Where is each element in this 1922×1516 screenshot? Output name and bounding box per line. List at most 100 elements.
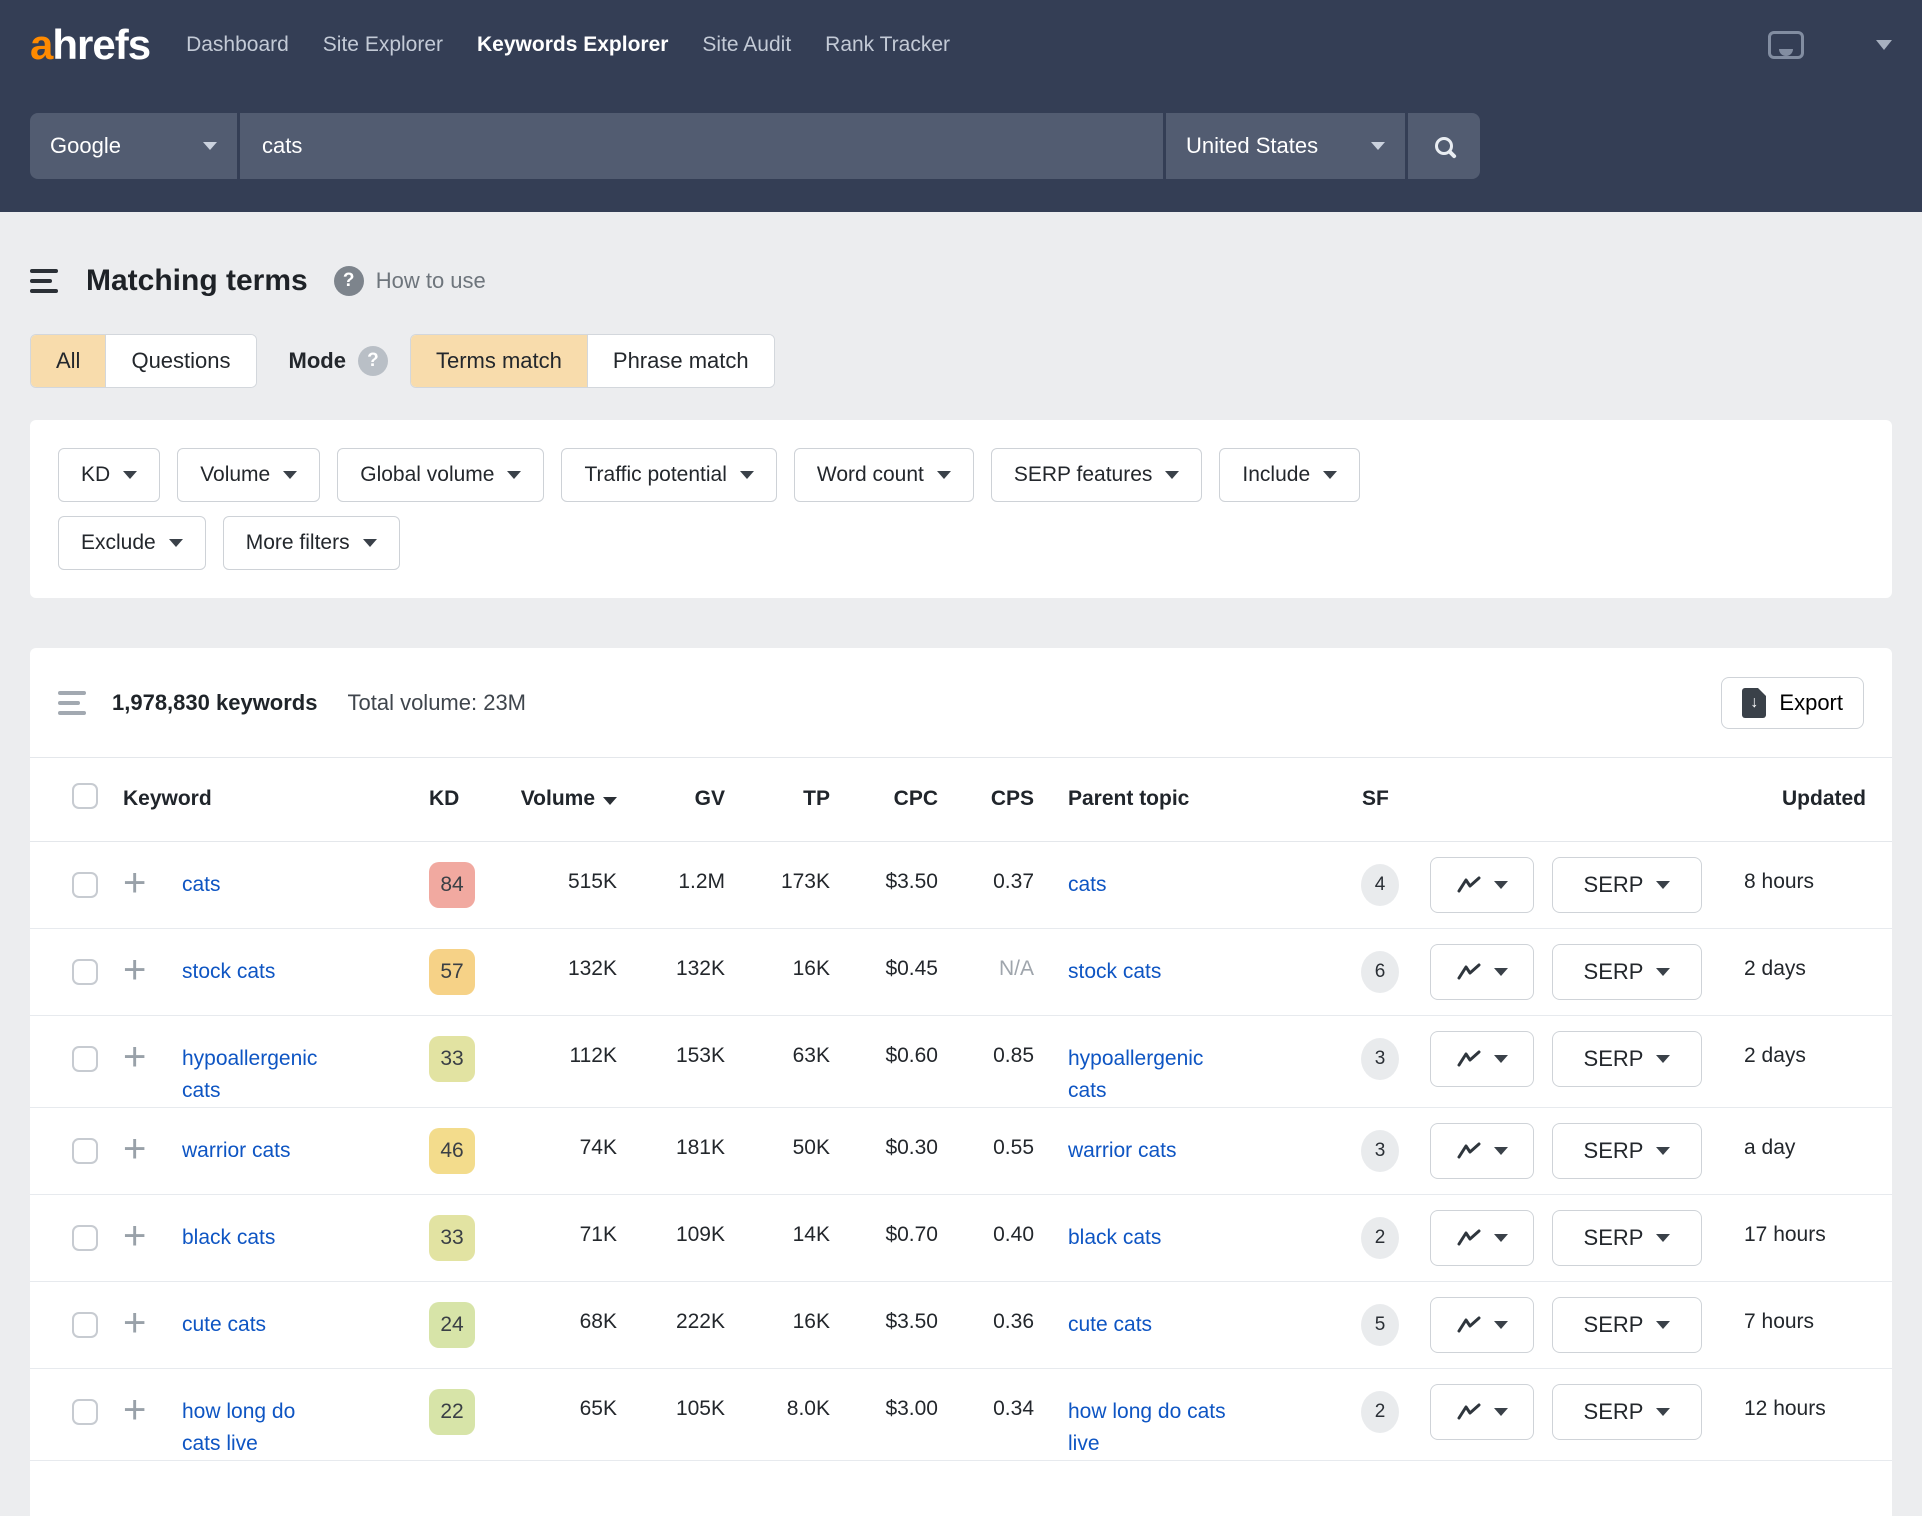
cell-volume: 74K (579, 1135, 617, 1159)
parent-topic-link[interactable]: cute cats (1068, 1309, 1152, 1341)
parent-topic-link[interactable]: stock cats (1068, 956, 1161, 988)
serp-button[interactable]: SERP (1552, 856, 1702, 913)
chevron-down-icon (362, 539, 377, 547)
match-mode-toggle[interactable]: Terms match (410, 335, 587, 387)
filter-dropdown-button[interactable]: Exclude (58, 516, 206, 570)
serp-button[interactable]: SERP (1552, 1296, 1702, 1353)
keyword-link[interactable]: cute cats (182, 1309, 266, 1341)
col-kd[interactable]: KD (425, 758, 485, 841)
filter-dropdown-button[interactable]: KD (58, 448, 161, 502)
search-engine-dropdown[interactable]: Google (30, 113, 237, 179)
col-parent-topic[interactable]: Parent topic (1034, 758, 1346, 841)
add-to-list-icon[interactable]: + (123, 1303, 146, 1343)
serp-button[interactable]: SERP (1552, 943, 1702, 1000)
trend-chart-button[interactable] (1430, 856, 1534, 913)
filter-dropdown-button[interactable]: Global volume (337, 448, 545, 502)
row-checkbox[interactable] (72, 1045, 98, 1072)
trend-chart-button[interactable] (1430, 1209, 1534, 1266)
chevron-down-icon (936, 471, 951, 479)
scope-toggle[interactable]: All (31, 335, 106, 387)
trend-chart-button[interactable] (1430, 1122, 1534, 1179)
trend-chart-button[interactable] (1430, 943, 1534, 1000)
mode-question-icon[interactable]: ? (357, 346, 388, 376)
col-tp[interactable]: TP (725, 758, 830, 841)
row-checkbox[interactable] (72, 1311, 98, 1338)
nav-item[interactable]: Site Audit (702, 33, 791, 57)
chevron-down-icon (123, 471, 138, 479)
serp-button[interactable]: SERP (1552, 1383, 1702, 1440)
col-cpc[interactable]: CPC (830, 758, 938, 841)
keyword-link[interactable]: how long do cats live (182, 1396, 334, 1460)
table-row: + hypoallergenic cats 33 112K 153K 63K $… (30, 1015, 1892, 1107)
add-to-list-icon[interactable]: + (123, 863, 146, 903)
how-to-use-link[interactable]: How to use (376, 268, 486, 294)
cell-keyword: how long do cats live (175, 1368, 425, 1460)
country-dropdown[interactable]: United States (1163, 113, 1405, 179)
parent-topic-link[interactable]: cats (1068, 869, 1107, 901)
row-checkbox[interactable] (72, 871, 98, 898)
add-to-list-icon[interactable]: + (123, 950, 146, 990)
nav-item[interactable]: Dashboard (186, 33, 289, 57)
keyword-link[interactable]: black cats (182, 1222, 275, 1254)
trend-chart-button[interactable] (1430, 1383, 1534, 1440)
col-updated[interactable]: Updated (1712, 758, 1892, 841)
keyword-link[interactable]: warrior cats (182, 1135, 291, 1167)
row-checkbox[interactable] (72, 1137, 98, 1164)
filter-dropdown-button[interactable]: More filters (222, 516, 400, 570)
cell-add: + (110, 1015, 175, 1107)
scope-toggle[interactable]: Questions (105, 335, 256, 387)
keyword-input[interactable] (240, 133, 1163, 159)
reports-menu-icon[interactable] (30, 269, 58, 293)
parent-topic-link[interactable]: black cats (1068, 1222, 1161, 1254)
cell-keyword: stock cats (175, 928, 425, 1015)
col-cps[interactable]: CPS (938, 758, 1034, 841)
table-menu-icon[interactable] (58, 690, 86, 715)
trend-chart-button[interactable] (1430, 1296, 1534, 1353)
account-chevron-down-icon[interactable] (1876, 40, 1892, 50)
col-keyword[interactable]: Keyword (110, 758, 425, 841)
match-mode-toggle[interactable]: Phrase match (586, 335, 774, 387)
cell-sf: 3 (1346, 1107, 1414, 1194)
parent-topic-link[interactable]: how long do cats live (1068, 1396, 1233, 1460)
row-checkbox[interactable] (72, 958, 98, 985)
nav-item[interactable]: Rank Tracker (825, 33, 950, 57)
select-all-checkbox[interactable] (72, 783, 98, 810)
col-sf[interactable]: SF (1346, 758, 1414, 841)
cell-serp: SERP (1542, 1194, 1712, 1281)
filter-dropdown-button[interactable]: Include (1219, 448, 1361, 502)
serp-button[interactable]: SERP (1552, 1122, 1702, 1179)
add-to-list-icon[interactable]: + (123, 1037, 146, 1077)
add-to-list-icon[interactable]: + (123, 1216, 146, 1256)
parent-topic-link[interactable]: hypoallergenic cats (1068, 1043, 1233, 1107)
cell-chart (1414, 1107, 1542, 1194)
filter-dropdown-button[interactable]: SERP features (990, 448, 1203, 502)
add-to-list-icon[interactable]: + (123, 1129, 146, 1169)
add-to-list-icon[interactable]: + (123, 1390, 146, 1430)
keyword-link[interactable]: stock cats (182, 956, 275, 988)
nav-item[interactable]: Keywords Explorer (477, 33, 668, 57)
row-checkbox[interactable] (72, 1398, 98, 1425)
table-row: + black cats 33 71K 109K 14K $0.70 0.40 … (30, 1194, 1892, 1281)
col-gv[interactable]: GV (617, 758, 725, 841)
cell-serp: SERP (1542, 1368, 1712, 1460)
nav-item[interactable]: Site Explorer (323, 33, 443, 57)
cell-tp: 63K (792, 1043, 830, 1067)
filter-dropdown-button[interactable]: Traffic potential (561, 448, 777, 502)
filter-dropdown-button[interactable]: Word count (793, 448, 974, 502)
serp-button[interactable]: SERP (1552, 1030, 1702, 1087)
parent-topic-link[interactable]: warrior cats (1068, 1135, 1177, 1167)
search-submit-button[interactable] (1405, 113, 1480, 179)
match-mode-group: Terms match Phrase match (409, 334, 775, 388)
cell-tp: 16K (792, 956, 830, 980)
trend-chart-button[interactable] (1430, 1030, 1534, 1087)
help-question-icon[interactable]: ? (333, 266, 364, 296)
row-checkbox[interactable] (72, 1224, 98, 1251)
export-button[interactable]: ↓ Export (1721, 676, 1864, 729)
serp-button[interactable]: SERP (1552, 1209, 1702, 1266)
col-volume[interactable]: Volume (485, 758, 617, 841)
filter-dropdown-button[interactable]: Volume (177, 448, 321, 502)
ahrefs-logo[interactable]: ahrefs (30, 21, 151, 69)
keyword-link[interactable]: cats (182, 869, 221, 901)
device-laptop-icon[interactable] (1768, 31, 1804, 59)
keyword-link[interactable]: hypoallergenic cats (182, 1043, 334, 1107)
